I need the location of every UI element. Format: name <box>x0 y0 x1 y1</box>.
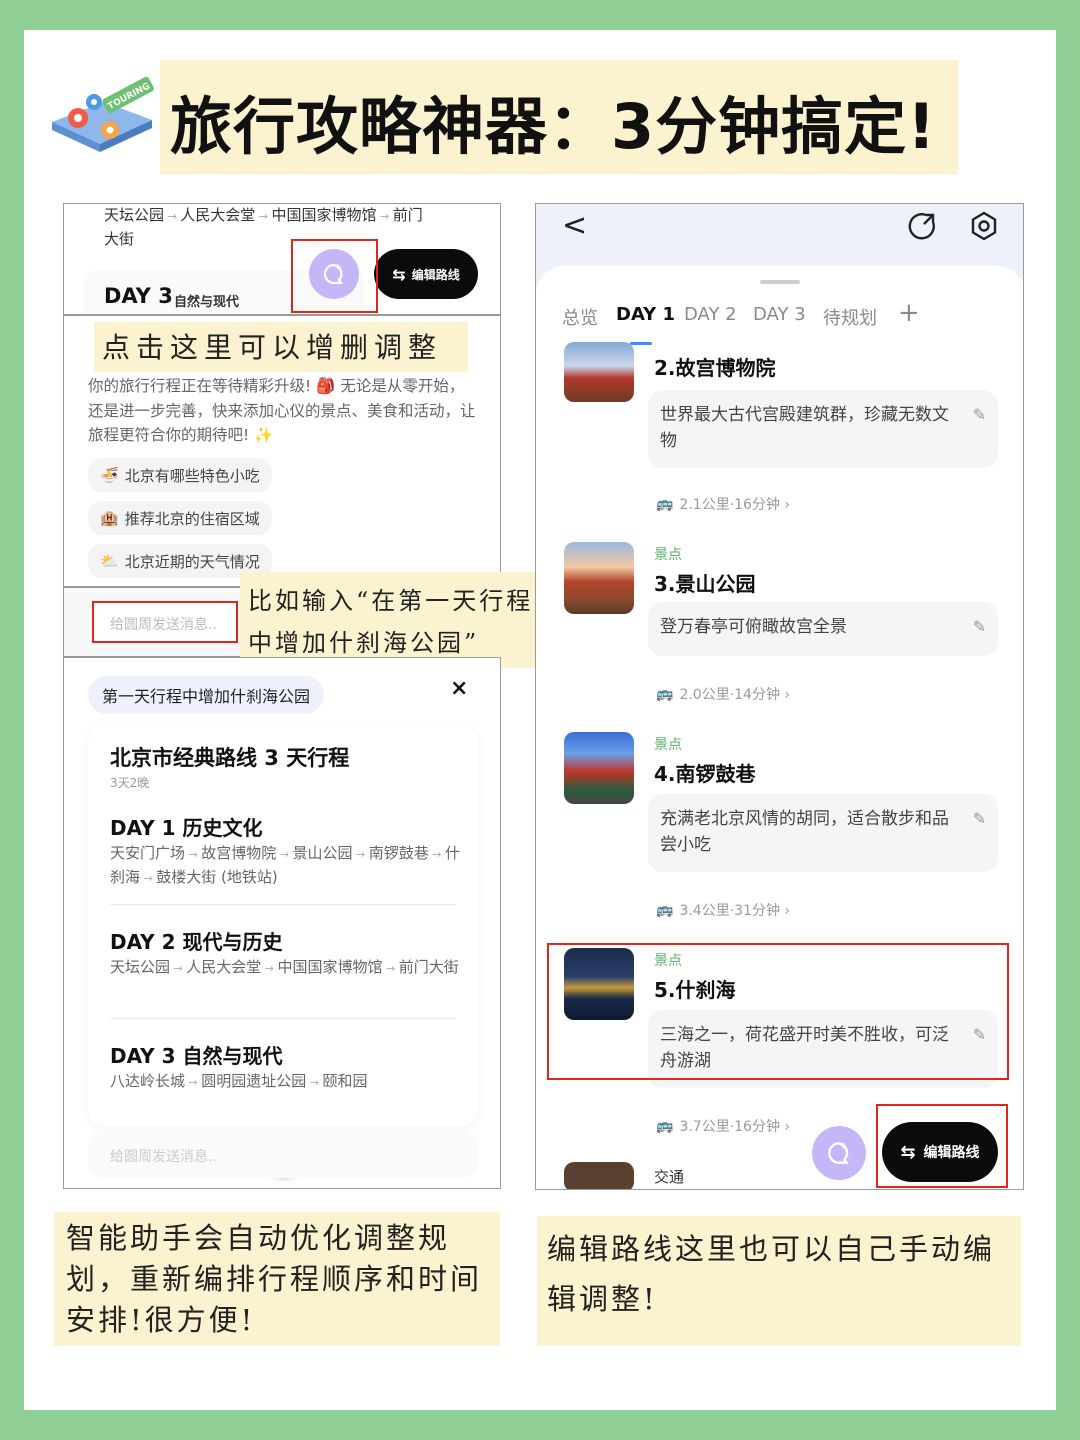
transport-label: 交通 <box>654 1168 685 1186</box>
tab-overview[interactable]: 总览 <box>562 304 598 330</box>
plan-day2-title: DAY 2 现代与历史 <box>110 930 283 954</box>
divider <box>110 1018 456 1019</box>
chat-sparkle-icon <box>828 1142 849 1164</box>
drag-handle[interactable] <box>760 280 800 284</box>
day3-label: DAY 3 <box>104 284 173 308</box>
transit-distance[interactable]: 🚌 2.0公里·14分钟 › <box>656 684 790 704</box>
close-icon[interactable]: × <box>450 676 468 701</box>
noodle-bowl-icon: 🍜 <box>100 466 119 484</box>
assistant-button[interactable] <box>812 1126 866 1180</box>
route-icon: ⇆ <box>392 264 406 284</box>
day2-route-text: 天坛公园 → 人民大会堂 → 中国国家博物馆 → 前门大街 <box>104 206 423 248</box>
message-input[interactable]: 给圆周发送消息.. <box>92 601 238 643</box>
day3-sub: 自然与现代 <box>174 295 240 310</box>
weather-icon: ⛅ <box>100 552 119 570</box>
car-icon: 🚌 <box>656 686 674 702</box>
plan-day3-title: DAY 3 自然与现代 <box>110 1044 283 1068</box>
chat-plan-panel: 第一天行程中增加什刹海公园 × 北京市经典路线 3 天行程 3天2晚 DAY 1… <box>63 657 501 1189</box>
poi-photo[interactable] <box>564 342 634 402</box>
poi-desc[interactable]: 充满老北京风情的胡同，适合散步和品尝小吃 ✎ <box>648 794 998 872</box>
transit-distance[interactable]: 🚌 3.4公里·31分钟 › <box>656 900 790 920</box>
pencil-icon: ✎ <box>972 809 986 828</box>
highlight-assistant-button <box>291 239 378 313</box>
poi-name[interactable]: 4.南锣鼓巷 <box>654 758 756 787</box>
plan-day1-route: 天安门广场 → 故宫博物院 → 景山公园 → 南锣鼓巷 → 什刹海 → 鼓楼大街… <box>110 844 460 886</box>
poi-desc[interactable]: 登万春亭可俯瞰故宫全景 ✎ <box>648 602 998 656</box>
plan-title: 北京市经典路线 3 天行程 <box>110 746 350 770</box>
note-right-text: 编辑路线这里也可以自己手动编辑调整! <box>547 1232 996 1316</box>
plan-card[interactable]: 北京市经典路线 3 天行程 3天2晚 DAY 1 历史文化 天安门广场 → 故宫… <box>88 726 478 1178</box>
car-icon: 🚌 <box>656 1118 674 1134</box>
poi-tag: 景点 <box>654 737 682 753</box>
tab-day3[interactable]: DAY 3 <box>753 304 806 325</box>
edit-route-button[interactable]: ⇆ 编辑路线 <box>374 249 478 299</box>
poi-desc[interactable]: 世界最大古代宫殿建筑群，珍藏无数文物 ✎ <box>648 390 998 468</box>
assistant-message: 你的旅行行程正在等待精彩升级! 🎒 无论是从零开始，还是进一步完善，快来添加心仪… <box>88 377 476 444</box>
suggestion-chip[interactable]: 🏨 推荐北京的住宿区域 <box>88 501 272 535</box>
plan-day2-route: 天坛公园 → 人民大会堂 → 中国国家博物馆 → 前门大街 <box>110 958 459 976</box>
poi-photo[interactable] <box>564 732 634 804</box>
callout-click-text: 点击这里可以增删调整 <box>102 331 443 364</box>
plan-day1-title: DAY 1 历史文化 <box>110 816 263 840</box>
suggestion-chip[interactable]: 🍜 北京有哪些特色小吃 <box>88 458 272 492</box>
highlight-new-poi <box>547 943 1009 1080</box>
poi-name[interactable]: 3.景山公园 <box>654 568 756 597</box>
left-top-screenshot: 天坛公园 → 人民大会堂 → 中国国家博物馆 → 前门大街 DAY 3 自然与现… <box>63 203 501 315</box>
travel-map-icon: TOURING <box>44 72 156 162</box>
user-message-bubble: 第一天行程中增加什刹海公园 <box>88 676 325 714</box>
share-icon[interactable] <box>906 210 938 246</box>
page-title: 旅行攻略神器：3分钟搞定! <box>170 90 937 163</box>
divider <box>110 904 456 905</box>
tab-day1[interactable]: DAY 1 <box>616 304 675 325</box>
transit-distance[interactable]: 🚌 2.1公里·16分钟 › <box>656 494 790 514</box>
pencil-icon: ✎ <box>972 617 986 636</box>
car-icon: 🚌 <box>656 496 674 512</box>
poi-tag: 景点 <box>654 547 682 563</box>
tab-indicator <box>630 342 652 345</box>
hotel-icon: 🏨 <box>100 509 119 527</box>
poi-name[interactable]: 2.故宫博物院 <box>654 352 776 381</box>
tab-day2[interactable]: DAY 2 <box>684 304 737 325</box>
add-tab-icon[interactable]: + <box>898 298 920 328</box>
plan-day3-route: 八达岭长城 → 圆明园遗址公园 → 颐和园 <box>110 1072 368 1090</box>
tab-unplanned[interactable]: 待规划 <box>823 304 877 330</box>
note-left-text: 智能助手会自动优化调整规划，重新编排行程顺序和时间安排!很方便! <box>66 1221 483 1337</box>
poi-photo[interactable] <box>564 1162 634 1189</box>
transit-distance[interactable]: 🚌 3.7公里·16分钟 › <box>656 1116 790 1136</box>
callout-input-text: 比如输入“在第一天行程中增加什刹海公园” <box>248 587 534 657</box>
poi-photo[interactable] <box>564 542 634 614</box>
back-icon[interactable]: < <box>562 208 587 243</box>
highlight-edit-route <box>876 1104 1008 1188</box>
settings-icon[interactable] <box>968 210 1000 246</box>
plan-subtitle: 3天2晚 <box>110 776 150 790</box>
pencil-icon: ✎ <box>972 405 986 424</box>
car-icon: 🚌 <box>656 902 674 918</box>
message-input[interactable]: 给圆周发送消息.. <box>88 1132 478 1178</box>
